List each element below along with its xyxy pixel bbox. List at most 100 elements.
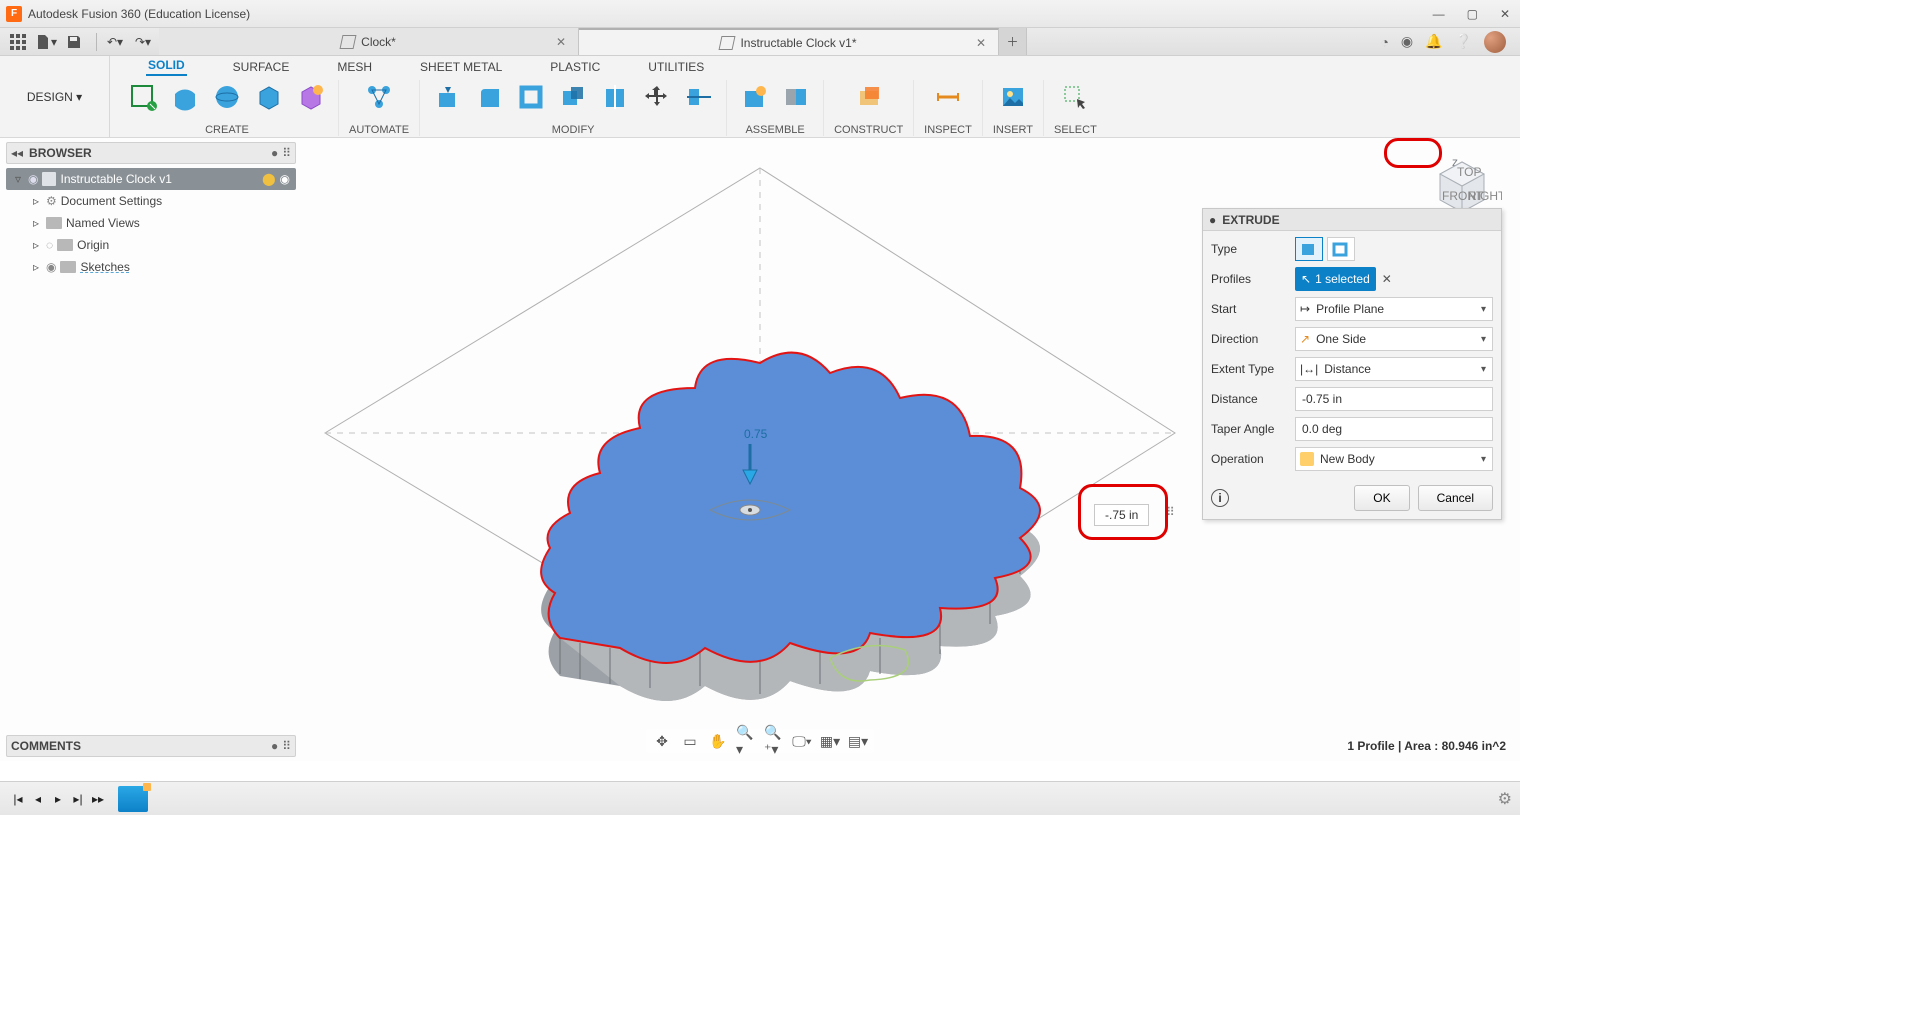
timeline-start-button[interactable]: |◂ — [8, 789, 28, 809]
pin-icon[interactable]: ● — [271, 739, 278, 753]
create-form-button[interactable] — [294, 80, 328, 114]
viewport-layout-button[interactable]: ▤▾ — [848, 731, 868, 751]
new-component-button[interactable] — [737, 80, 771, 114]
revolve-button[interactable] — [210, 80, 244, 114]
type-thin-option[interactable] — [1327, 237, 1355, 261]
data-panel-button[interactable] — [6, 31, 30, 53]
eye-icon[interactable]: ◉ — [28, 172, 38, 186]
align-button[interactable] — [682, 80, 716, 114]
chevron-down-icon[interactable]: ▿ — [12, 172, 24, 186]
orbit-button[interactable]: ✥ — [652, 731, 672, 751]
user-avatar[interactable] — [1484, 31, 1506, 53]
timeline-settings-button[interactable]: ⚙ — [1498, 789, 1512, 809]
clear-selection-button[interactable]: ✕ — [1382, 272, 1392, 286]
chevron-right-icon[interactable]: ▹ — [30, 194, 42, 208]
timeline-next-button[interactable]: ▸| — [68, 789, 88, 809]
shell-button[interactable] — [514, 80, 548, 114]
info-icon[interactable]: i — [1211, 489, 1229, 507]
eye-icon[interactable]: ◉ — [46, 260, 56, 274]
tab-utilities[interactable]: UTILITIES — [646, 58, 706, 76]
timeline-end-button[interactable]: ▸▸ — [88, 789, 108, 809]
job-status-button[interactable]: ◉ — [1401, 33, 1413, 50]
chevron-right-icon[interactable]: ▹ — [30, 216, 42, 230]
pin-icon[interactable]: ● — [271, 146, 278, 160]
profiles-selection-chip[interactable]: ↖1 selected — [1295, 267, 1376, 291]
chevron-right-icon[interactable]: ▹ — [30, 238, 42, 252]
maximize-button[interactable]: ▢ — [1467, 7, 1478, 21]
notifications-button[interactable]: 🔔 — [1425, 33, 1442, 50]
tree-item-origin[interactable]: ▹ ◌ Origin — [6, 234, 296, 256]
tab-mesh[interactable]: MESH — [335, 58, 374, 76]
extrude-dialog[interactable]: ● EXTRUDE Type Profiles ↖1 selected ✕ St… — [1202, 208, 1502, 520]
undo-button[interactable]: ↶▾ — [103, 31, 127, 53]
help-button[interactable]: ❔ — [1455, 33, 1472, 50]
collapse-icon[interactable]: ● — [1209, 213, 1216, 227]
browser-header[interactable]: ◂◂ BROWSER ●⠿ — [6, 142, 296, 164]
press-pull-button[interactable] — [430, 80, 464, 114]
active-component-icon[interactable]: ◉ — [280, 172, 290, 186]
timeline-prev-button[interactable]: ◂ — [28, 789, 48, 809]
extrude-button[interactable] — [168, 80, 202, 114]
extensions-button[interactable]: ◔ — [1380, 34, 1388, 50]
resize-handle-icon[interactable]: ⠿ — [282, 146, 291, 160]
box-button[interactable] — [252, 80, 286, 114]
split-body-button[interactable] — [598, 80, 632, 114]
tree-item-named-views[interactable]: ▹ Named Views — [6, 212, 296, 234]
redo-button[interactable]: ↷▾ — [131, 31, 155, 53]
collapse-icon[interactable]: ◂◂ — [11, 146, 23, 160]
construct-button[interactable] — [852, 80, 886, 114]
resize-handle-icon[interactable]: ⠿ — [282, 739, 291, 753]
tree-item-sketches[interactable]: ▹ ◉ Sketches — [6, 256, 296, 278]
tab-solid[interactable]: SOLID — [146, 56, 187, 76]
fit-button[interactable]: 🔍⁺▾ — [764, 731, 784, 751]
viewport[interactable]: 0.75 ◂◂ BROWSER ●⠿ ▿ ◉ Instructable Cloc… — [0, 138, 1520, 761]
close-tab-button[interactable]: ✕ — [968, 36, 994, 50]
tree-root[interactable]: ▿ ◉ Instructable Clock v1 ⬤ ◉ — [6, 168, 296, 190]
select-button[interactable] — [1058, 80, 1092, 114]
display-settings-button[interactable]: 🖵▾ — [792, 731, 812, 751]
measure-button[interactable] — [931, 80, 965, 114]
joint-button[interactable] — [779, 80, 813, 114]
zoom-button[interactable]: 🔍▾ — [736, 731, 756, 751]
tab-surface[interactable]: SURFACE — [231, 58, 292, 76]
tab-plastic[interactable]: PLASTIC — [548, 58, 602, 76]
extent-dropdown[interactable]: |↔| Distance — [1295, 357, 1493, 381]
automate-button[interactable] — [362, 80, 396, 114]
taper-input[interactable]: 0.0 deg — [1295, 417, 1493, 441]
grid-settings-button[interactable]: ▦▾ — [820, 731, 840, 751]
timeline-feature-sketch[interactable] — [118, 786, 148, 812]
save-button[interactable] — [62, 31, 86, 53]
cancel-button[interactable]: Cancel — [1418, 485, 1493, 511]
new-tab-button[interactable]: ＋ — [999, 28, 1027, 55]
eye-hidden-icon[interactable]: ◌ — [46, 238, 53, 252]
title-bar: F Autodesk Fusion 360 (Education License… — [0, 0, 1520, 28]
move-button[interactable] — [640, 80, 674, 114]
ok-button[interactable]: OK — [1354, 485, 1409, 511]
tab-clock[interactable]: Clock* ✕ — [159, 28, 579, 55]
chevron-right-icon[interactable]: ▹ — [30, 260, 42, 274]
comments-header[interactable]: COMMENTS ●⠿ — [6, 735, 296, 757]
operation-dropdown[interactable]: New Body — [1295, 447, 1493, 471]
start-dropdown[interactable]: ↦ Profile Plane — [1295, 297, 1493, 321]
workspace-dropdown[interactable]: DESIGN ▾ — [0, 56, 110, 137]
warning-badge-icon[interactable]: ⬤ — [262, 172, 275, 186]
pan-button[interactable]: ✋ — [708, 731, 728, 751]
type-toggle[interactable] — [1295, 237, 1493, 261]
sketch-button[interactable] — [126, 80, 160, 114]
tree-item-document-settings[interactable]: ▹ ⚙ Document Settings — [6, 190, 296, 212]
file-menu[interactable]: ▾ — [34, 31, 58, 53]
minimize-button[interactable]: — — [1433, 7, 1445, 21]
direction-dropdown[interactable]: ↗ One Side — [1295, 327, 1493, 351]
fillet-button[interactable] — [472, 80, 506, 114]
tab-instructable-clock[interactable]: Instructable Clock v1* ✕ — [579, 28, 999, 55]
type-solid-option[interactable] — [1295, 237, 1323, 261]
tab-sheet-metal[interactable]: SHEET METAL — [418, 58, 504, 76]
close-window-button[interactable]: ✕ — [1500, 7, 1510, 21]
look-at-button[interactable]: ▭ — [680, 731, 700, 751]
combine-button[interactable] — [556, 80, 590, 114]
distance-input[interactable]: -0.75 in — [1295, 387, 1493, 411]
close-tab-button[interactable]: ✕ — [548, 35, 574, 49]
insert-button[interactable] — [996, 80, 1030, 114]
extrude-dialog-header[interactable]: ● EXTRUDE — [1203, 209, 1501, 231]
timeline-play-button[interactable]: ▸ — [48, 789, 68, 809]
